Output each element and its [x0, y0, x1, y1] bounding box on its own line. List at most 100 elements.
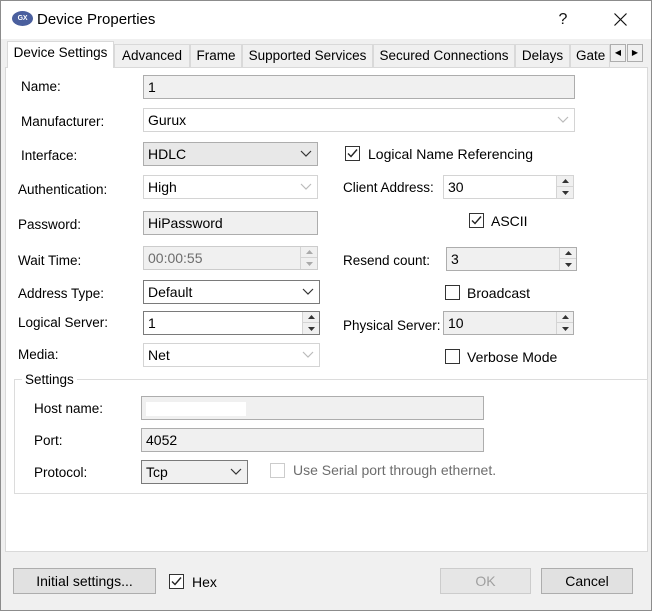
physical-server-label: Physical Server: [343, 318, 441, 333]
wait-time-label: Wait Time: [18, 253, 82, 268]
authentication-combo[interactable]: High [143, 175, 318, 199]
chevron-down-icon [229, 461, 243, 483]
verbose-mode-checkbox[interactable] [445, 349, 460, 364]
window-title: Device Properties [37, 11, 156, 28]
port-label: Port: [34, 433, 63, 448]
host-name-value [146, 402, 246, 417]
ascii-checkbox[interactable] [469, 213, 484, 228]
tab-frame[interactable]: Frame [190, 44, 242, 67]
name-field[interactable]: 1 [143, 75, 575, 99]
logical-server-value: 1 [148, 315, 156, 331]
spin-up-icon[interactable] [303, 312, 319, 323]
tab-scroll-right-button[interactable]: ▶ [627, 44, 643, 62]
spin-up-icon[interactable] [557, 176, 573, 187]
resend-count-label: Resend count: [343, 253, 431, 268]
tab-scroll-left-button[interactable]: ◀ [610, 44, 626, 62]
chevron-down-icon [299, 143, 313, 165]
spin-down-icon[interactable] [557, 187, 573, 198]
wait-time-spinner[interactable]: 00:00:55 [143, 246, 318, 270]
spin-down-icon[interactable] [560, 259, 576, 270]
chevron-down-icon [301, 344, 315, 366]
spin-up-icon[interactable] [557, 312, 573, 323]
tab-advanced[interactable]: Advanced [114, 44, 190, 67]
cancel-button[interactable]: Cancel [541, 568, 633, 594]
logical-server-spinner[interactable]: 1 [143, 311, 320, 335]
client-address-label: Client Address: [343, 180, 434, 195]
checkmark-icon [471, 216, 482, 225]
device-properties-dialog: GX Device Properties ? Device Settings A… [0, 0, 652, 611]
tab-secured-connections[interactable]: Secured Connections [373, 44, 515, 67]
close-icon [613, 13, 627, 26]
checkmark-icon [171, 577, 182, 586]
spin-down-icon[interactable] [303, 323, 319, 334]
chevron-down-icon [301, 281, 315, 303]
ok-button[interactable]: OK [440, 568, 531, 594]
physical-server-spin-buttons[interactable] [556, 312, 573, 334]
physical-server-value: 10 [448, 315, 464, 331]
resend-count-spinner[interactable]: 3 [446, 247, 577, 271]
protocol-combo[interactable]: Tcp [141, 460, 248, 484]
media-combo[interactable]: Net [143, 343, 320, 367]
ascii-label: ASCII [491, 213, 528, 229]
resend-count-spin-buttons[interactable] [559, 248, 576, 270]
serial-through-ethernet-label: Use Serial port through ethernet. [293, 462, 497, 478]
address-type-value: Default [148, 284, 193, 300]
serial-through-ethernet-checkbox[interactable] [270, 463, 285, 478]
close-button[interactable] [597, 1, 643, 39]
address-type-combo[interactable]: Default [143, 280, 320, 304]
address-type-label: Address Type: [18, 286, 105, 301]
tab-gate[interactable]: Gate [570, 44, 610, 67]
client-address-spinner[interactable]: 30 [443, 175, 574, 199]
help-button[interactable]: ? [540, 1, 586, 39]
checkmark-icon [347, 149, 358, 158]
media-label: Media: [18, 347, 59, 362]
broadcast-checkbox[interactable] [445, 285, 460, 300]
host-name-label: Host name: [34, 401, 104, 416]
broadcast-label: Broadcast [467, 285, 531, 301]
physical-server-spinner[interactable]: 10 [443, 311, 574, 335]
gurux-app-icon: GX [12, 11, 33, 26]
tab-device-settings[interactable]: Device Settings [7, 41, 114, 68]
client-address-spin-buttons[interactable] [556, 176, 573, 198]
title-bar: GX Device Properties ? [1, 1, 651, 39]
wait-time-spin-buttons[interactable] [300, 247, 317, 269]
host-name-field[interactable] [141, 396, 484, 420]
protocol-label: Protocol: [34, 465, 88, 480]
client-address-value: 30 [448, 179, 464, 195]
manufacturer-combo[interactable]: Gurux [143, 108, 575, 132]
spin-up-icon[interactable] [301, 247, 317, 258]
tab-supported-services[interactable]: Supported Services [242, 44, 373, 67]
interface-label: Interface: [21, 148, 78, 163]
protocol-value: Tcp [146, 464, 168, 480]
resend-count-value: 3 [451, 251, 459, 267]
password-label: Password: [18, 217, 82, 232]
wait-time-value: 00:00:55 [148, 250, 203, 266]
name-label: Name: [21, 79, 61, 94]
tab-strip: Device Settings Advanced Frame Supported… [5, 41, 651, 68]
spin-down-icon[interactable] [557, 323, 573, 334]
settings-group-title: Settings [22, 372, 77, 387]
manufacturer-label: Manufacturer: [21, 114, 105, 129]
authentication-label: Authentication: [18, 182, 108, 197]
interface-value: HDLC [148, 146, 187, 162]
authentication-value: High [148, 179, 177, 195]
chevron-down-icon [556, 109, 570, 131]
media-value: Net [148, 347, 170, 363]
logical-name-referencing-label: Logical Name Referencing [368, 146, 533, 162]
logical-server-spin-buttons[interactable] [302, 312, 319, 334]
arrow-left-icon: ◀ [614, 48, 622, 57]
chevron-down-icon [299, 176, 313, 198]
logical-name-referencing-checkbox[interactable] [345, 146, 360, 161]
manufacturer-value: Gurux [148, 112, 187, 128]
hex-checkbox[interactable] [169, 574, 184, 589]
interface-combo[interactable]: HDLC [143, 142, 318, 166]
spin-up-icon[interactable] [560, 248, 576, 259]
spin-down-icon[interactable] [301, 258, 317, 269]
hex-label: Hex [192, 574, 217, 590]
port-field[interactable]: 4052 [141, 428, 484, 452]
tab-delays[interactable]: Delays [515, 44, 570, 67]
arrow-right-icon: ▶ [631, 48, 639, 57]
password-field[interactable]: HiPassword [143, 211, 318, 235]
initial-settings-button[interactable]: Initial settings... [13, 568, 156, 594]
device-settings-page: Name: 1 Manufacturer: Gurux Interface: H… [5, 67, 648, 552]
